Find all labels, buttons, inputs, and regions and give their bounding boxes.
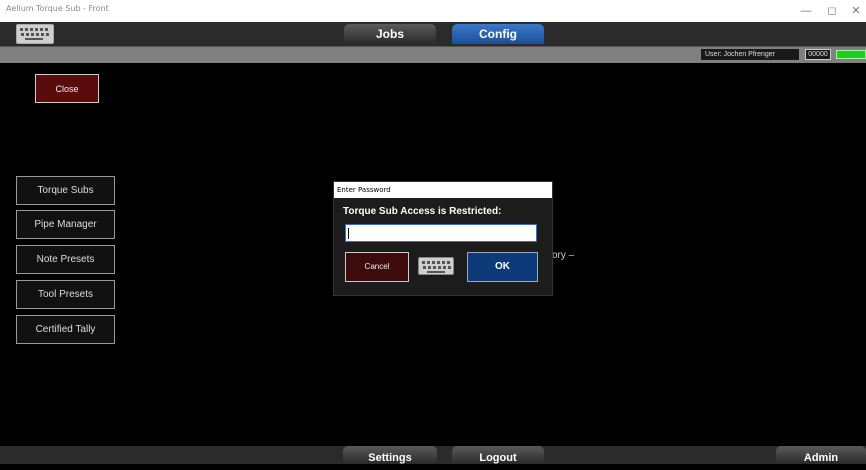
dialog-title: Enter Password — [334, 182, 552, 198]
background-label: ory – — [552, 250, 575, 261]
tab-jobs[interactable]: Jobs — [344, 24, 436, 44]
bottom-nav-bar: Settings Logout Admin — [0, 446, 866, 464]
sidebar-item-pipe-manager[interactable]: Pipe Manager — [16, 210, 115, 239]
settings-button[interactable]: Settings — [343, 446, 437, 464]
cancel-button[interactable]: Cancel — [345, 252, 409, 282]
connection-indicator — [836, 50, 866, 59]
window-title: Aelium Torque Sub - Front — [6, 4, 109, 13]
keyboard-icon[interactable] — [16, 24, 54, 44]
status-bar: User: Jochen Pfrenger 00000 — [0, 47, 866, 63]
sidebar-item-torque-subs[interactable]: Torque Subs — [16, 176, 115, 205]
user-label: User: Jochen Pfrenger — [701, 49, 799, 60]
admin-button[interactable]: Admin — [776, 446, 866, 464]
minimize-button[interactable]: — — [792, 1, 820, 21]
status-code: 00000 — [805, 49, 831, 60]
keyboard-icon[interactable] — [418, 257, 454, 275]
password-input[interactable] — [345, 224, 537, 242]
logout-button[interactable]: Logout — [452, 446, 544, 464]
sidebar-item-certified-tally[interactable]: Certified Tally — [16, 315, 115, 344]
close-button[interactable]: Close — [35, 74, 99, 103]
text-caret — [348, 228, 349, 239]
sidebar-item-note-presets[interactable]: Note Presets — [16, 245, 115, 274]
ok-button[interactable]: OK — [467, 252, 538, 282]
tab-config[interactable]: Config — [452, 24, 544, 44]
dialog-message: Torque Sub Access is Restricted: — [343, 206, 502, 217]
password-dialog: Enter Password Torque Sub Access is Rest… — [333, 181, 553, 296]
close-window-button[interactable]: ✕ — [842, 1, 866, 21]
sidebar-item-tool-presets[interactable]: Tool Presets — [16, 280, 115, 309]
title-bar: Aelium Torque Sub - Front — ◻ ✕ — [0, 0, 866, 22]
top-nav-bar: Jobs Config — [0, 22, 866, 47]
